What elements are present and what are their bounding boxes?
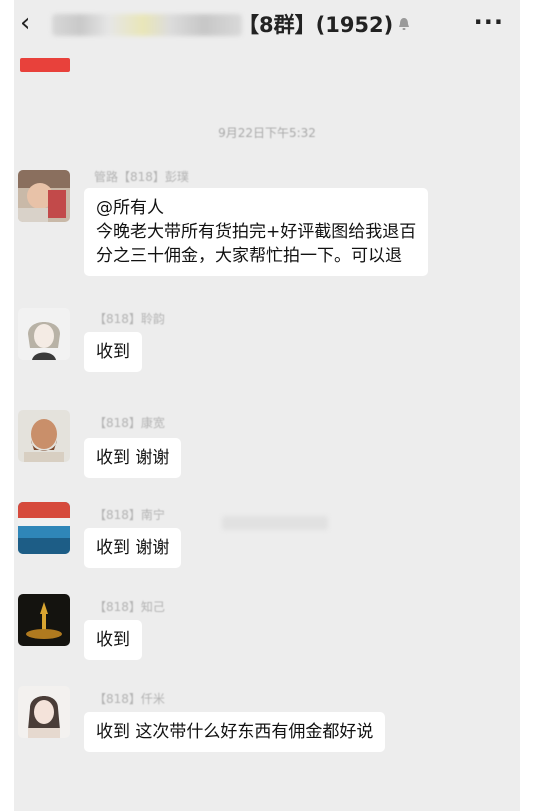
chat-message: 【818】康宽 收到 谢谢	[14, 410, 520, 490]
message-text: 收到 谢谢	[96, 538, 170, 558]
group-title: 【8群】(1952)	[238, 13, 394, 37]
message-bubble[interactable]: 收到 这次带什么好东西有佣金都好说	[84, 712, 386, 752]
avatar-image	[18, 686, 70, 738]
message-text: 收到 这次带什么好东西有佣金都好说	[96, 722, 374, 742]
avatar[interactable]	[18, 594, 70, 646]
back-button[interactable]: ‹	[20, 8, 30, 38]
avatar-image	[18, 170, 70, 222]
message-text: 收到	[96, 630, 130, 650]
chat-message: 【818】仟米 收到 这次带什么好东西有佣金都好说	[14, 686, 520, 786]
message-text: 分之三十佣金，大家帮忙拍一下。可以退	[96, 246, 402, 266]
avatar[interactable]	[18, 308, 70, 360]
chat-screen: ‹ 【8群】(1952) ··· 9月22日下午5:32 管路【818】彭璞 @…	[14, 0, 520, 811]
avatar-image	[18, 502, 70, 554]
chat-message: 【818】南宁 收到 谢谢	[14, 502, 520, 582]
sender-name: 【818】仟米	[94, 692, 165, 706]
avatar[interactable]	[18, 410, 70, 462]
sender-name: 【818】聆韵	[94, 312, 165, 326]
bell-mute-icon	[399, 18, 409, 30]
avatar-image	[18, 308, 70, 360]
message-bubble[interactable]: @所有人 今晚老大带所有货拍完+好评截图给我退百 分之三十佣金，大家帮忙拍一下。…	[84, 188, 429, 276]
sender-name: 【818】康宽	[94, 416, 165, 430]
avatar[interactable]	[18, 502, 70, 554]
message-text: 收到	[96, 342, 130, 362]
chat-message: 【818】知己 收到	[14, 594, 520, 674]
chat-message: 【818】聆韵 收到	[14, 308, 520, 388]
message-text: 今晚老大带所有货拍完+好评截图给我退百	[96, 222, 417, 242]
message-bubble[interactable]: 收到 谢谢	[84, 528, 182, 568]
blurred-content	[222, 516, 328, 530]
avatar[interactable]	[18, 170, 70, 222]
message-bubble[interactable]: 收到	[84, 620, 142, 660]
message-bubble[interactable]: 收到	[84, 332, 142, 372]
sender-name: 【818】知己	[94, 600, 165, 614]
chevron-left-icon: ‹	[20, 8, 31, 38]
sender-name: 管路【818】彭璞	[94, 170, 189, 184]
message-bubble[interactable]: 收到 谢谢	[84, 438, 182, 478]
message-timestamp: 9月22日下午5:32	[218, 126, 316, 140]
message-text: @所有人	[96, 198, 164, 218]
chat-header: ‹ 【8群】(1952) ···	[14, 0, 520, 52]
red-notification-bar[interactable]	[20, 58, 70, 72]
chat-message: 管路【818】彭璞 @所有人 今晚老大带所有货拍完+好评截图给我退百 分之三十佣…	[14, 168, 520, 288]
message-text: 收到 谢谢	[96, 448, 170, 468]
avatar-image	[18, 594, 70, 646]
avatar-image	[18, 410, 70, 462]
ellipsis-icon: ···	[473, 8, 504, 36]
more-options-button[interactable]: ···	[474, 8, 504, 36]
sender-name: 【818】南宁	[94, 508, 165, 522]
blurred-group-name	[52, 14, 242, 36]
avatar[interactable]	[18, 686, 70, 738]
